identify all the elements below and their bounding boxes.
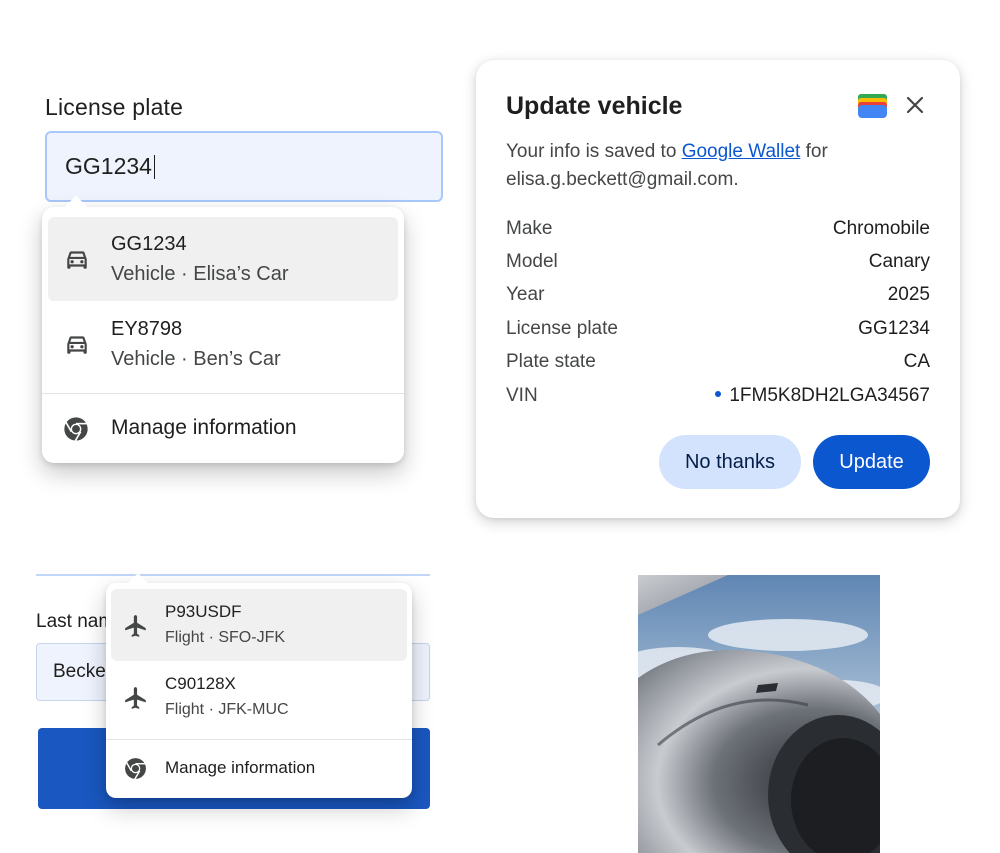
detail-value-vin: 1FM5K8DH2LGA34567: [651, 379, 930, 412]
detail-label: License plate: [506, 317, 618, 339]
detail-value: GG1234: [858, 317, 930, 339]
suggestion-subtitle: Vehicle · Elisa’s Car: [111, 263, 289, 285]
close-icon[interactable]: [903, 93, 927, 117]
suggestion-title: C90128X: [165, 674, 236, 693]
flight-suggestion[interactable]: C90128X Flight · JFK-MUC: [111, 661, 407, 733]
suggestion-subtitle: Vehicle · Ben’s Car: [111, 348, 281, 370]
vehicle-suggestion[interactable]: GG1234 Vehicle · Elisa’s Car: [48, 217, 398, 301]
detail-row: Make Chromobile: [506, 212, 930, 245]
detail-value: CA: [903, 351, 930, 373]
last-name-value: Beckett: [53, 661, 109, 682]
vehicle-details-table: Make Chromobile Model Canary Year 2025 L…: [506, 212, 930, 412]
update-button[interactable]: Update: [813, 435, 930, 489]
detail-label: Year: [506, 284, 545, 306]
dialog-title: Update vehicle: [506, 92, 683, 120]
info-suffix: for: [800, 141, 828, 162]
airplane-engine-photo: [638, 575, 880, 853]
suggestion-subtitle: Flight · JFK-MUC: [165, 701, 289, 718]
vehicle-suggestion[interactable]: EY8798 Vehicle · Ben’s Car: [48, 302, 398, 386]
detail-row: Model Canary: [506, 245, 930, 278]
detail-label: Model: [506, 251, 558, 273]
manage-information-label: Manage information: [111, 416, 297, 439]
account-email: elisa.g.beckett@gmail.com.: [506, 169, 739, 190]
flight-autofill-dropdown: P93USDF Flight · SFO-JFK C90128X Flight …: [106, 583, 412, 798]
detail-value: 2025: [887, 284, 930, 306]
info-prefix: Your info is saved to: [506, 141, 682, 162]
divider: [42, 393, 404, 394]
car-icon: [67, 336, 87, 354]
airplane-icon: [125, 615, 146, 637]
suggestion-subtitle: Flight · SFO-JFK: [165, 629, 286, 646]
vin-value: 1FM5K8DH2LGA34567: [729, 384, 930, 406]
text-caret: [153, 154, 156, 179]
detail-label: Plate state: [506, 351, 596, 373]
manage-information-label: Manage information: [165, 758, 316, 777]
suggestion-title: P93USDF: [165, 602, 242, 621]
google-wallet-link[interactable]: Google Wallet: [682, 141, 801, 162]
chrome-icon: [64, 417, 88, 442]
last-name-label: Last name: [36, 611, 106, 632]
suggestion-title: GG1234: [111, 233, 187, 255]
license-plate-value: GG1234: [65, 153, 152, 179]
manage-information-item[interactable]: Manage information: [42, 395, 404, 461]
detail-row: Year 2025: [506, 279, 930, 312]
google-wallet-icon: [858, 94, 887, 118]
detail-label: VIN: [506, 384, 538, 406]
chrome-icon: [125, 758, 146, 780]
airplane-icon: [125, 687, 146, 709]
license-plate-label: License plate: [45, 94, 184, 120]
detail-row: Plate state CA: [506, 346, 930, 379]
suggestion-title: EY8798: [111, 318, 183, 340]
detail-value: Canary: [868, 251, 930, 273]
detail-label: Make: [506, 217, 553, 239]
flight-suggestion[interactable]: P93USDF Flight · SFO-JFK: [111, 589, 407, 661]
changed-indicator-dot: [715, 390, 722, 397]
detail-value: Chromobile: [832, 217, 930, 239]
update-vehicle-dialog: Update vehicle Your info is saved to Goo…: [476, 60, 960, 518]
previous-field-underline: [36, 574, 430, 576]
manage-information-item[interactable]: Manage information: [106, 740, 412, 797]
detail-row: VIN 1FM5K8DH2LGA34567: [506, 379, 930, 412]
vehicle-autofill-dropdown: GG1234 Vehicle · Elisa’s Car EY8798 Vehi…: [42, 207, 404, 463]
car-icon: [67, 251, 87, 269]
dialog-description: Your info is saved to Google Wallet for …: [506, 138, 926, 194]
detail-row: License plate GG1234: [506, 312, 930, 345]
no-thanks-button[interactable]: No thanks: [659, 435, 801, 489]
license-plate-input[interactable]: GG1234: [45, 131, 443, 202]
